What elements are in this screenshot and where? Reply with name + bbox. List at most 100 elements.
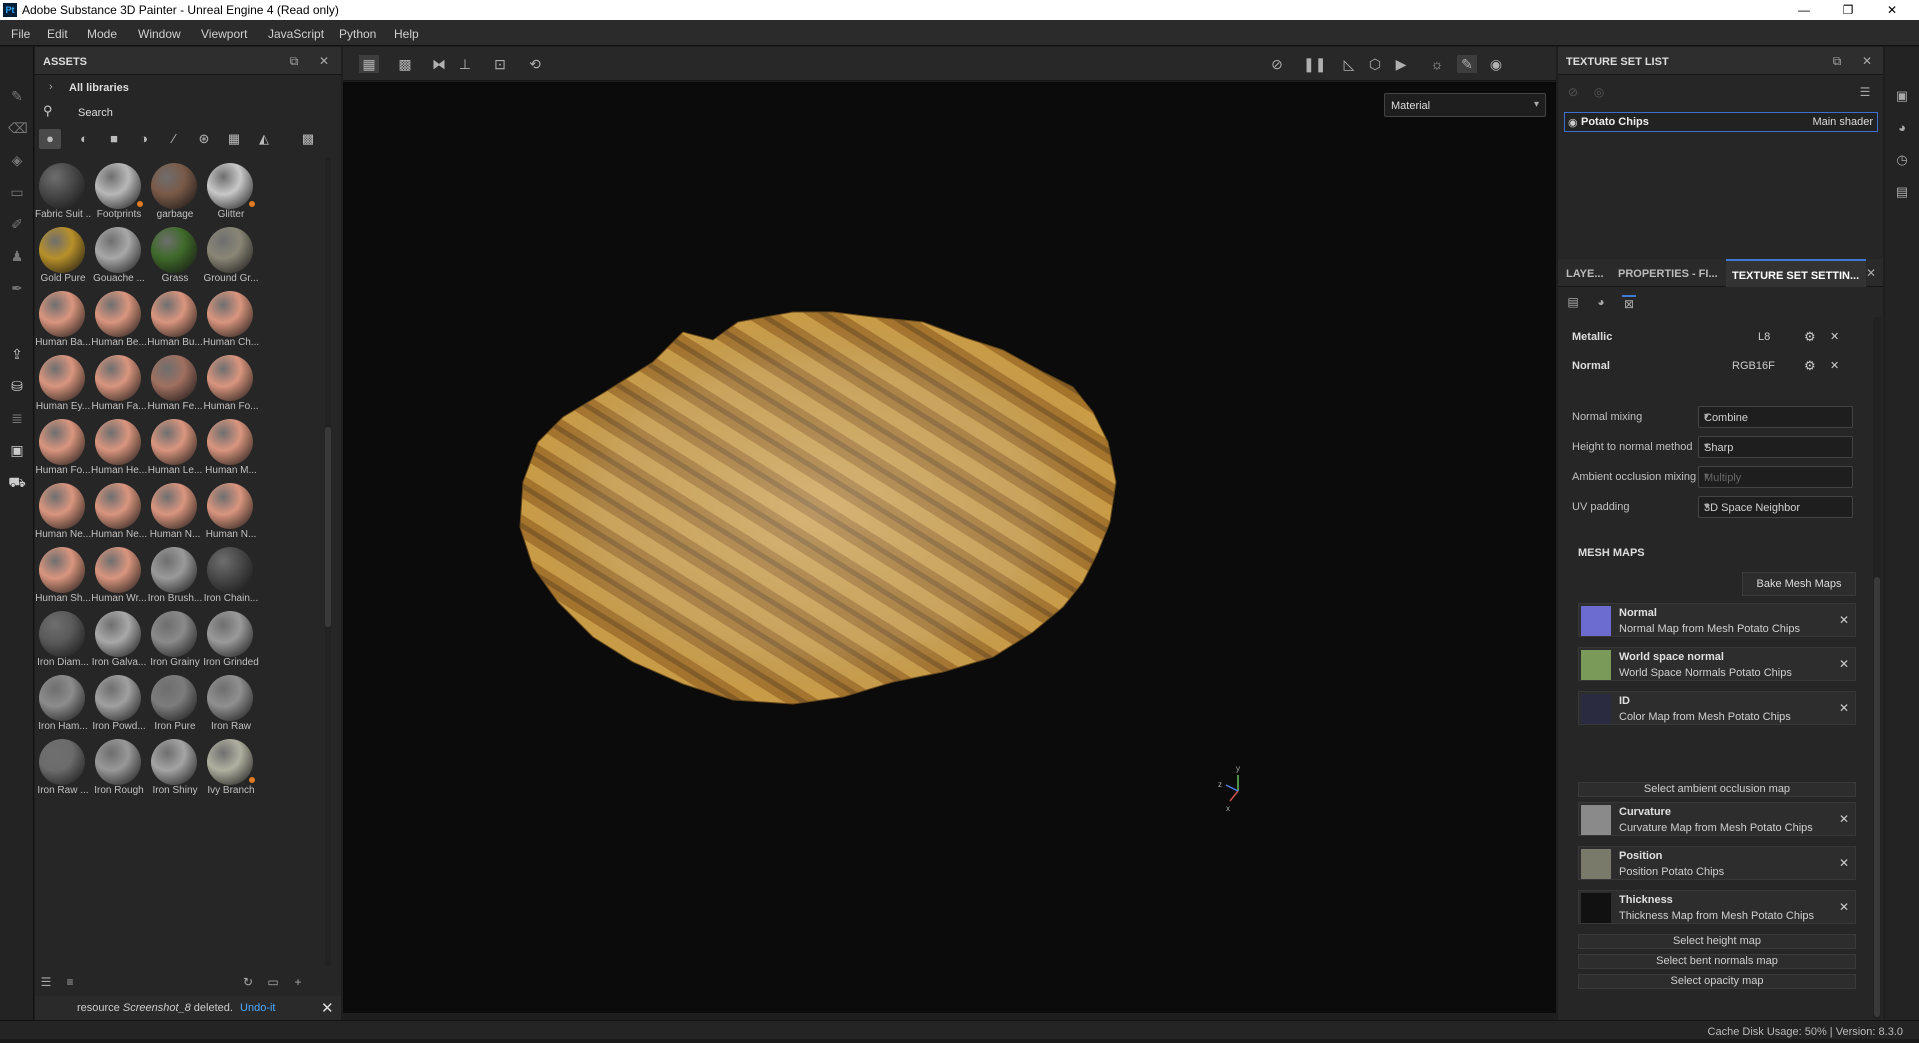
- material-page-icon[interactable]: ◕: [1594, 295, 1608, 309]
- layers-icon[interactable]: ≣: [8, 409, 26, 427]
- select-height-map-button[interactable]: Select height map: [1578, 934, 1856, 949]
- camera-icon[interactable]: ▶: [1391, 55, 1411, 73]
- search-input[interactable]: ⚲ Search: [35, 101, 341, 123]
- tiling-icon[interactable]: ▩: [395, 55, 415, 73]
- hide-icon[interactable]: ⊘: [1267, 55, 1287, 73]
- menu-file[interactable]: File: [11, 27, 30, 41]
- menu-help[interactable]: Help: [394, 27, 419, 41]
- mesh-maps-page-icon[interactable]: ⊠: [1622, 295, 1636, 311]
- align-icon[interactable]: ⊥: [455, 55, 475, 73]
- smudge-icon[interactable]: ✐: [8, 215, 26, 233]
- mesh-map-world-space-normal[interactable]: World space normal World Space Normals P…: [1578, 647, 1856, 681]
- remove-map-icon[interactable]: ✕: [1839, 812, 1849, 826]
- tab-properties[interactable]: PROPERTIES - FI...: [1618, 259, 1718, 287]
- shader-label[interactable]: Main shader: [1812, 116, 1873, 128]
- close-icon[interactable]: ✕: [1860, 54, 1874, 68]
- select-ao-map-button[interactable]: Select ambient occlusion map: [1578, 782, 1856, 797]
- log-icon[interactable]: ▤: [1893, 183, 1911, 201]
- mesh-map-normal[interactable]: Normal Normal Map from Mesh Potato Chips…: [1578, 603, 1856, 637]
- channel-format[interactable]: L8: [1758, 331, 1770, 343]
- assets-scrollbar[interactable]: [325, 157, 331, 967]
- select-bent-normals-map-button[interactable]: Select bent normals map: [1578, 954, 1856, 969]
- grid-view-icon[interactable]: ▩: [297, 129, 319, 149]
- close-icon[interactable]: ✕: [317, 54, 331, 68]
- reset-camera-icon[interactable]: ⟲: [525, 55, 545, 73]
- list-view-icon[interactable]: ☰: [39, 975, 53, 989]
- menu-icon[interactable]: ☰: [1858, 85, 1872, 99]
- eraser-icon[interactable]: ⌫: [8, 119, 28, 137]
- tab-layers[interactable]: LAYE...: [1566, 259, 1604, 287]
- environments-filter-icon[interactable]: ◭: [253, 129, 275, 149]
- symmetry-icon[interactable]: ⧓: [429, 55, 449, 73]
- add-icon[interactable]: +: [291, 975, 305, 989]
- mesh-map-thickness[interactable]: Thickness Thickness Map from Mesh Potato…: [1578, 890, 1856, 924]
- float-panel-icon[interactable]: ⧉: [287, 54, 301, 68]
- 2d-view-icon[interactable]: ◺: [1339, 55, 1359, 73]
- mesh-map-id[interactable]: ID Color Map from Mesh Potato Chips ✕: [1578, 691, 1856, 725]
- projection-icon[interactable]: ◈: [8, 151, 26, 169]
- viewport-3d[interactable]: y z x: [343, 82, 1556, 1013]
- history-icon[interactable]: ◷: [1893, 151, 1911, 169]
- channel-format[interactable]: RGB16F: [1732, 360, 1775, 372]
- texture-set-row[interactable]: ◉ Potato Chips Main shader: [1564, 112, 1878, 132]
- lighting-icon[interactable]: ☼: [1427, 55, 1447, 73]
- generators-filter-icon[interactable]: ◑: [133, 129, 155, 149]
- screenshot-icon[interactable]: ◉: [1486, 55, 1506, 73]
- menu-javascript[interactable]: JavaScript: [268, 27, 324, 41]
- tree-view-icon[interactable]: ≡: [63, 975, 77, 989]
- folder-icon[interactable]: ▭: [266, 975, 280, 989]
- right-panel-scrollbar[interactable]: [1873, 317, 1881, 1027]
- remove-channel-icon[interactable]: ✕: [1830, 359, 1839, 372]
- uv-view-icon[interactable]: ▦: [359, 55, 379, 73]
- remove-map-icon[interactable]: ✕: [1839, 613, 1849, 627]
- maximize-button[interactable]: ❐: [1828, 2, 1868, 18]
- visibility-icon[interactable]: ◉: [1568, 116, 1578, 129]
- menu-edit[interactable]: Edit: [47, 27, 68, 41]
- polygon-fill-icon[interactable]: ▭: [8, 183, 26, 201]
- normal-mixing-select[interactable]: Combine ▾: [1698, 406, 1853, 428]
- textures-filter-icon[interactable]: ▦: [223, 129, 245, 149]
- texture-set-list-icon[interactable]: ▣: [1893, 87, 1911, 105]
- fit-view-icon[interactable]: ⊡: [490, 55, 510, 73]
- masks-filter-icon[interactable]: ■: [103, 129, 125, 149]
- 3d-view-icon[interactable]: ⬡: [1365, 55, 1385, 73]
- settings-page-icon[interactable]: ▤: [1566, 295, 1580, 309]
- asset-item[interactable]: Ivy Branch: [203, 733, 271, 811]
- smart-materials-filter-icon[interactable]: ◐: [73, 129, 95, 149]
- menu-mode[interactable]: Mode: [87, 27, 117, 41]
- undo-link[interactable]: Undo-it: [240, 1002, 275, 1014]
- menu-python[interactable]: Python: [339, 27, 376, 41]
- minimize-button[interactable]: —: [1784, 2, 1824, 18]
- paint-brush-icon[interactable]: ✎: [8, 87, 26, 105]
- remove-map-icon[interactable]: ✕: [1839, 701, 1849, 715]
- library-selector[interactable]: › All libraries: [35, 77, 341, 99]
- mesh-map-position[interactable]: Position Position Potato Chips ✕: [1578, 846, 1856, 880]
- close-notification-icon[interactable]: ✕: [321, 999, 334, 1017]
- float-panel-icon[interactable]: ⧉: [1830, 54, 1844, 68]
- height-to-normal-select[interactable]: Sharp ▾: [1698, 436, 1853, 458]
- pause-icon[interactable]: ❚❚: [1303, 55, 1326, 73]
- clone-icon[interactable]: ♟: [8, 247, 26, 265]
- bake-icon[interactable]: ⛁: [8, 377, 26, 395]
- tab-texture-set-settings[interactable]: TEXTURE SET SETTIN...: [1726, 259, 1866, 287]
- eye-icon[interactable]: ◎: [1592, 85, 1606, 99]
- refresh-icon[interactable]: ↻: [241, 975, 255, 989]
- remove-map-icon[interactable]: ✕: [1839, 856, 1849, 870]
- paint-mode-icon[interactable]: ✎: [1457, 55, 1477, 73]
- close-window-button[interactable]: ✕: [1872, 2, 1912, 18]
- materials-filter-icon[interactable]: ●: [39, 129, 61, 149]
- gear-icon[interactable]: ⚙: [1804, 329, 1816, 345]
- uv-padding-select[interactable]: 3D Space Neighbor ▾: [1698, 496, 1853, 518]
- menu-window[interactable]: Window: [138, 27, 181, 41]
- gear-icon[interactable]: ⚙: [1804, 358, 1816, 374]
- viewport-mode-select[interactable]: Material ▾: [1384, 93, 1546, 117]
- bake-mesh-maps-button[interactable]: Bake Mesh Maps: [1742, 572, 1856, 596]
- menu-viewport[interactable]: Viewport: [201, 27, 247, 41]
- color-picker-icon[interactable]: ✒: [8, 279, 26, 297]
- export-icon[interactable]: ⇪: [8, 345, 26, 363]
- render-icon[interactable]: ▣: [8, 441, 26, 459]
- share-icon[interactable]: ⛟: [8, 473, 26, 491]
- shader-icon[interactable]: ◕: [1893, 119, 1911, 137]
- mesh-map-curvature[interactable]: Curvature Curvature Map from Mesh Potato…: [1578, 802, 1856, 836]
- particles-filter-icon[interactable]: ⊛: [193, 129, 215, 149]
